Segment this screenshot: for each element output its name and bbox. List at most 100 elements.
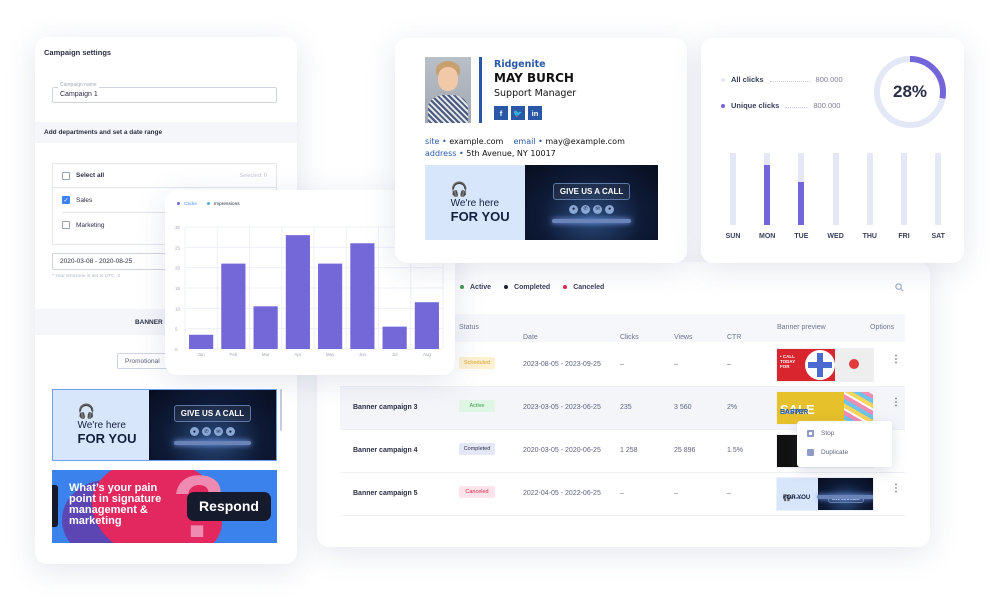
legend-impressions[interactable]: Impressions <box>206 202 240 207</box>
y-tick-label: 25 <box>175 245 181 250</box>
panel-title: Campaign settings <box>44 48 112 57</box>
linkedin-icon[interactable]: in <box>528 106 542 120</box>
give-us-a-call-label: GIVE US A CALL <box>173 405 252 422</box>
col-banner-preview: Banner preview <box>777 324 826 331</box>
campaign-name-input[interactable]: Campaign 1 <box>52 87 277 103</box>
day-bar-track <box>901 153 907 225</box>
day-label: SAT <box>931 233 945 240</box>
signature-banner[interactable]: 🎧 We're here FOR YOU GIVE US A CALL ● ✆ ✉ ● <box>425 165 658 240</box>
email-link[interactable]: may@example.com <box>545 137 625 146</box>
date-cell: 2022-04-05 - 2022-06-25 <box>523 490 601 497</box>
legend-clicks[interactable]: Clicks <box>177 202 197 207</box>
select-all-checkbox[interactable] <box>62 171 70 180</box>
medical-cross-icon <box>805 350 835 380</box>
clicks-cell: 1 258 <box>620 447 638 454</box>
sales-checkbox[interactable]: ✓ <box>62 196 70 204</box>
x-tick-label: May <box>326 352 335 357</box>
twitter-icon[interactable]: 🐦 <box>511 106 525 120</box>
canceled-dot-icon <box>563 285 568 290</box>
x-tick-label: Feb <box>229 352 237 357</box>
sort-icon[interactable]: ↓↑ <box>679 334 686 341</box>
views-cell: – <box>674 490 678 497</box>
chat-icon: ● <box>569 204 579 214</box>
day-bar-fill <box>764 164 771 225</box>
banner-preview-easter-sale[interactable]: HAPPY EASTER SALE <box>777 392 873 424</box>
campaign-name: Banner campaign 3 <box>353 404 418 411</box>
filter-active[interactable]: Active <box>460 284 491 291</box>
menu-item-stop[interactable]: Stop <box>797 424 892 443</box>
banner-preview-consultation[interactable]: • CALL TODAY FOR <box>777 349 873 381</box>
phone-icon <box>816 495 873 499</box>
status-filters: Active Completed Canceled <box>460 284 604 291</box>
row-context-menu: Stop Duplicate <box>797 421 892 467</box>
sort-icon[interactable]: ↓↑ <box>732 334 739 341</box>
campaign-name-label: Campaign name <box>58 82 99 88</box>
filter-canceled[interactable]: Canceled <box>563 284 604 291</box>
phone-icon: ✆ <box>581 204 591 214</box>
easter-eggs-image <box>844 392 873 424</box>
bar-jun[interactable] <box>350 243 375 349</box>
user-icon: ● <box>605 204 615 214</box>
day-bar-track <box>764 153 771 225</box>
headset-icon: 🎧 <box>77 403 95 419</box>
bar-feb[interactable] <box>221 263 246 349</box>
person-name: MAY BURCH <box>494 71 574 85</box>
status-badge: Completed <box>459 443 495 455</box>
bar-jan[interactable] <box>189 334 214 349</box>
clicks-cell: 235 <box>620 404 632 411</box>
departments-heading: Add departments and set a date range <box>35 122 297 143</box>
ctr-cell: – <box>727 361 731 368</box>
banner-option-survey[interactable]: ? What’s your pain point in signature ma… <box>52 470 277 543</box>
mail-icon: ✉ <box>213 427 223 436</box>
facebook-icon[interactable]: f <box>494 106 508 120</box>
more-options-icon[interactable]: ⋮ <box>891 398 901 408</box>
day-bar-fri: FRI <box>890 153 918 240</box>
day-bar-wed: WED <box>822 153 850 240</box>
social-links: f 🐦 in <box>494 106 542 120</box>
stat-all-clicks: All clicks 800.000 <box>721 75 843 84</box>
day-bar-sat: SAT <box>924 153 952 240</box>
address-line: address • 5th Avenue, NY 10017 <box>425 149 556 158</box>
sort-icon[interactable]: ↓↑ <box>528 334 535 341</box>
banner-preview-call[interactable]: 🎧 We're here FOR YOU GIVE US A CALL <box>777 478 873 510</box>
date-cell: 2023-03-05 - 2023-06-25 <box>523 404 601 411</box>
completed-dot-icon <box>504 285 509 290</box>
bar-jul[interactable] <box>382 326 407 349</box>
date-cell: 2020-03-05 - 2020-06-25 <box>523 447 601 454</box>
table-row[interactable]: Banner campaign 5 Canceled 2022-04-05 - … <box>340 473 905 516</box>
clicks-cell: – <box>620 490 624 497</box>
filter-completed[interactable]: Completed <box>504 284 550 291</box>
status-badge: Canceled <box>459 486 495 498</box>
ctr-cell: 1.5% <box>727 447 743 454</box>
active-dot-icon <box>460 285 464 290</box>
campaign-name: Banner campaign 5 <box>353 490 418 497</box>
y-tick-label: 5 <box>175 327 178 332</box>
campaign-name: Banner campaign 4 <box>353 447 418 454</box>
banner-list-scrollbar[interactable] <box>280 389 282 431</box>
day-bar-track <box>730 153 736 225</box>
duplicate-icon <box>807 449 814 456</box>
x-tick-label: Jul <box>392 352 398 357</box>
bar-apr[interactable] <box>285 235 310 349</box>
more-options-icon[interactable]: ⋮ <box>891 484 901 494</box>
bar-aug[interactable] <box>414 302 439 349</box>
ctr-cell: – <box>727 490 731 497</box>
sort-icon[interactable]: ↓↑ <box>625 334 632 341</box>
bar-may[interactable] <box>318 263 343 349</box>
site-link[interactable]: example.com <box>449 137 503 146</box>
profile-photo <box>425 57 471 123</box>
more-options-icon[interactable]: ⋮ <box>891 355 901 365</box>
day-label: THU <box>862 233 877 240</box>
email-signature-card: Ridgenite MAY BURCH Support Manager f 🐦 … <box>395 38 687 263</box>
marketing-checkbox[interactable] <box>62 221 70 229</box>
ctr-cell: 2% <box>727 404 738 411</box>
banner-option-call[interactable]: 🎧 We're here FOR YOU GIVE US A CALL ● ✆ ✉ ● <box>52 389 277 461</box>
y-tick-label: 20 <box>175 266 181 271</box>
col-status: Status <box>459 324 479 331</box>
bar-mar[interactable] <box>253 306 278 349</box>
x-tick-label: Apr <box>294 352 302 357</box>
menu-item-duplicate[interactable]: Duplicate <box>797 443 892 462</box>
search-icon[interactable] <box>895 283 904 292</box>
phone-icon: ✆ <box>201 427 211 436</box>
select-all-row[interactable]: Select all Selected: 0 <box>53 164 276 188</box>
